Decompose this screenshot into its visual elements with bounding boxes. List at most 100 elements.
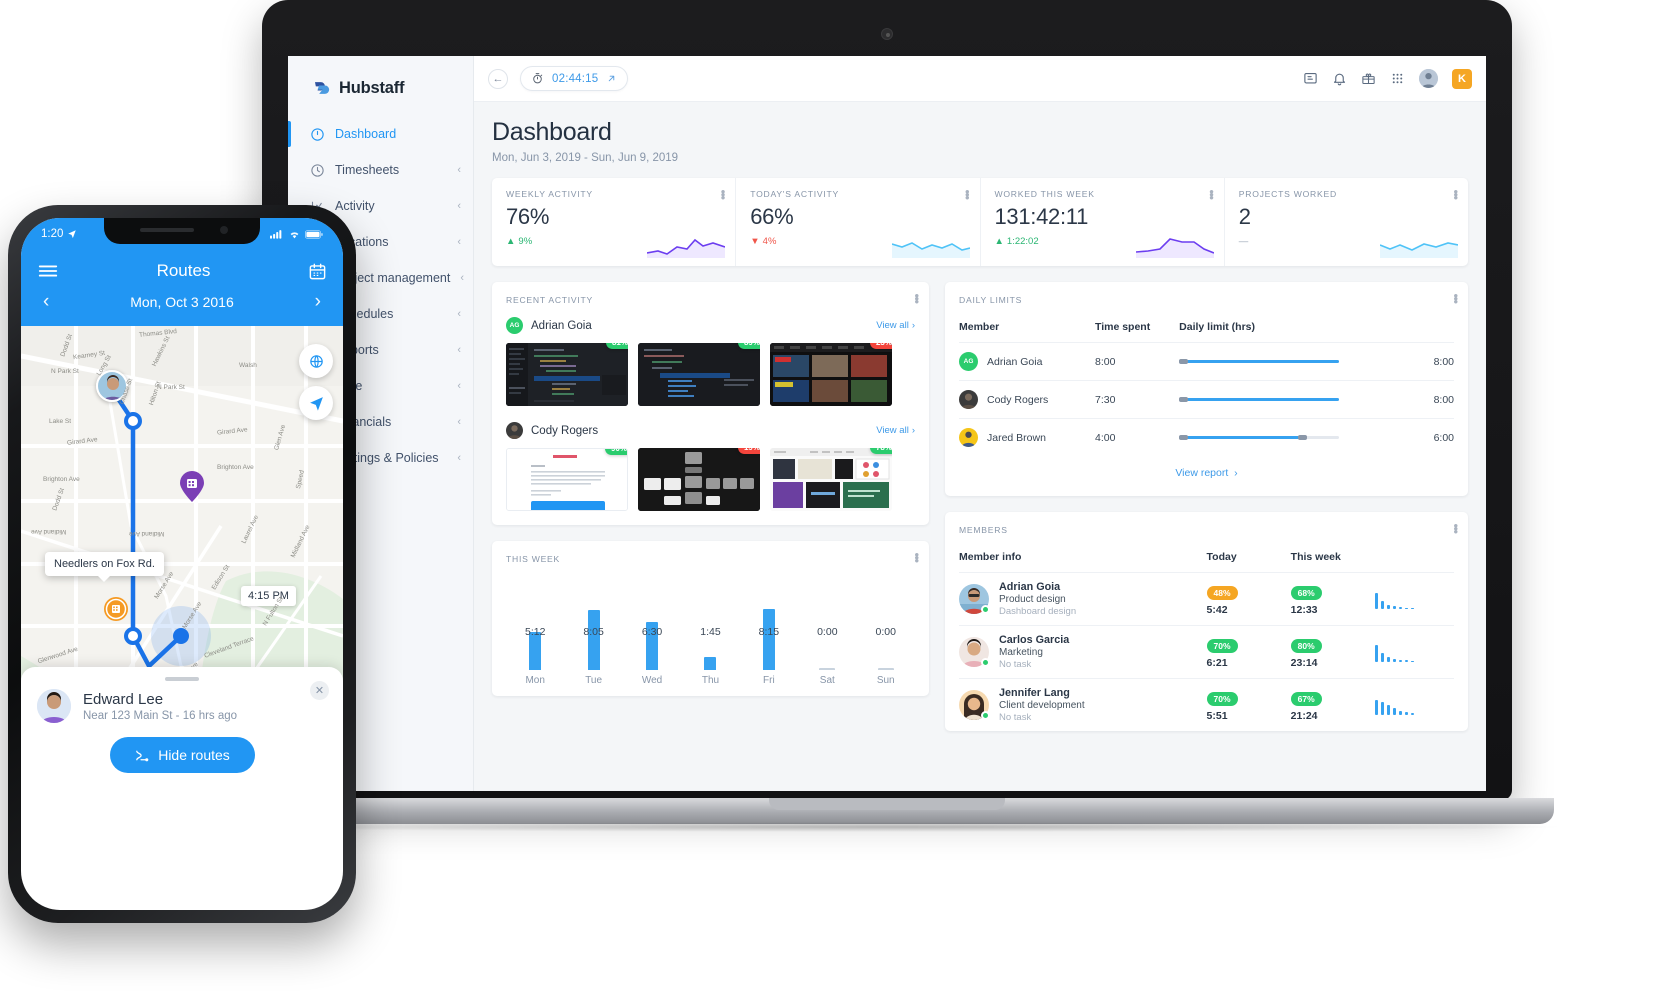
limit-value: 6:00 — [1422, 418, 1454, 456]
activity-badge: 89% — [737, 343, 760, 349]
phone-map[interactable]: Needlers on Fox Rd. 4:15 PM Thomas Blvd … — [21, 326, 343, 791]
apps-grid-icon[interactable] — [1390, 71, 1405, 86]
activity-screenshot[interactable]: 78% — [770, 448, 892, 511]
sheet-user: Edward Lee Near 123 Main St - 16 hrs ago — [37, 689, 327, 723]
globe-icon[interactable] — [299, 344, 333, 378]
sparkline-chart — [1380, 232, 1458, 258]
view-all-link[interactable]: View all › — [876, 320, 915, 331]
today-cell: 48% 5:42 — [1206, 572, 1291, 626]
view-all-link[interactable]: View all › — [876, 425, 915, 436]
kpi-projects-worked: PROJECTS WORKED 2 — • • • — [1225, 178, 1468, 266]
recent-activity-menu-button[interactable]: • • • — [914, 289, 919, 308]
members-menu-button[interactable]: • • • — [1453, 519, 1458, 538]
workspace-badge[interactable]: K — [1452, 68, 1472, 89]
kpi-weekly-activity: WEEKLY ACTIVITY 76% ▲ 9% • • • — [492, 178, 737, 266]
this-week-menu-button[interactable]: • • • — [914, 548, 919, 567]
sidebar-item-timesheets[interactable]: Timesheets ‹ — [288, 152, 473, 188]
online-status-dot — [981, 658, 990, 667]
chevron-right-icon: › — [911, 425, 915, 436]
triangle-up-icon: ▲ — [506, 236, 516, 247]
daily-limit-slider[interactable] — [1179, 431, 1340, 445]
activity-screenshot[interactable]: 90% — [506, 448, 628, 511]
inbox-icon[interactable] — [1303, 71, 1318, 86]
member-name: Adrian Goia — [999, 581, 1061, 593]
kpi-menu-button[interactable]: • • • — [1209, 185, 1214, 204]
triangle-up-icon: ▲ — [994, 236, 1004, 247]
today-time: 5:51 — [1206, 709, 1228, 722]
sheet-grabber[interactable] — [165, 677, 199, 681]
next-day-button[interactable]: › — [315, 291, 321, 313]
sidebar-item-dashboard[interactable]: Dashboard — [288, 116, 473, 152]
activity-person-header: Cody Rogers View all › — [506, 422, 915, 439]
screenshot-stage: Hubstaff Dashboard Timesheets ‹ Activity… — [0, 0, 1658, 996]
section-title: RECENT ACTIVITY — [506, 295, 594, 305]
activity-badge: 81% — [605, 343, 628, 349]
bar-category-label: Sun — [876, 675, 895, 686]
phone-navbar: Routes ‹ Mon, Oct 3 2016 › — [21, 250, 343, 326]
map-pin-purple[interactable] — [179, 471, 205, 503]
bell-icon[interactable] — [1332, 71, 1347, 86]
week-time: 23:14 — [1290, 656, 1318, 669]
member-cell: Jared Brown — [959, 418, 1095, 456]
activity-percent-badge: 68% — [1290, 585, 1322, 600]
phone-speaker — [140, 228, 194, 232]
daily-limit-slider[interactable] — [1179, 393, 1340, 407]
activity-screenshot[interactable]: 81% — [506, 343, 628, 406]
activity-screenshot[interactable]: 23% — [770, 343, 892, 406]
slider-handle-left[interactable] — [1179, 359, 1189, 364]
bar-value-label: 0:00 — [817, 626, 838, 638]
slider-fill — [1179, 360, 1340, 363]
calendar-icon[interactable] — [308, 262, 327, 281]
limit-slider-cell[interactable] — [1179, 418, 1423, 456]
chevron-left-icon: ‹ — [457, 308, 461, 320]
slider-handle-right[interactable] — [1297, 435, 1307, 440]
today-cell: 70% 6:21 — [1206, 625, 1291, 679]
kpi-label: WEEKLY ACTIVITY — [506, 189, 593, 199]
table-header-row: Member Time spent Daily limit (hrs) — [959, 315, 1454, 343]
column-header-time-spent: Time spent — [1094, 321, 1151, 333]
avatar — [959, 428, 978, 447]
brand[interactable]: Hubstaff — [288, 66, 473, 116]
chevron-left-icon: ‹ — [460, 272, 465, 284]
bar-value-label: 6:30 — [641, 626, 663, 638]
back-button[interactable]: ← — [488, 68, 508, 89]
hide-routes-button[interactable]: Hide routes — [109, 737, 255, 773]
kpi-menu-button[interactable]: • • • — [965, 185, 970, 204]
activity-badge: 90% — [604, 449, 627, 455]
bar-category-label: Wed — [641, 675, 663, 686]
kpi-menu-button[interactable]: • • • — [1453, 185, 1458, 204]
view-report-label: View report — [1175, 467, 1229, 479]
table-header-row: Member info Today This week — [959, 545, 1454, 573]
daily-limit-slider[interactable] — [1179, 355, 1340, 369]
activity-percent-badge: 67% — [1290, 691, 1322, 706]
daily-limits-menu-button[interactable]: • • • — [1453, 289, 1458, 308]
hamburger-icon[interactable] — [37, 260, 59, 282]
phone-notch — [104, 218, 260, 244]
week-time: 21:24 — [1290, 709, 1318, 722]
limit-slider-cell[interactable] — [1179, 380, 1423, 419]
view-report-link[interactable]: View report › — [959, 456, 1454, 488]
avatar[interactable] — [1419, 69, 1438, 88]
gift-icon[interactable] — [1361, 71, 1376, 86]
member-task: No task — [999, 712, 1032, 723]
table-row: Jennifer Lang Client development No task — [959, 678, 1454, 731]
prev-day-button[interactable]: ‹ — [43, 291, 49, 313]
slider-handle-left[interactable] — [1179, 397, 1189, 402]
close-icon[interactable]: ✕ — [310, 681, 329, 700]
bar-column: 6:30 Wed — [630, 586, 674, 686]
kpi-menu-button[interactable]: • • • — [721, 185, 726, 204]
member-info-cell: Adrian Goia Product design Dashboard des… — [959, 572, 1207, 626]
kpi-value: 76% — [506, 204, 550, 229]
slider-handle-left[interactable] — [1179, 435, 1189, 440]
timer-widget[interactable]: 02:44:15 — [520, 66, 629, 91]
arrow-up-right-icon[interactable] — [606, 73, 617, 84]
navigate-icon[interactable] — [299, 386, 333, 420]
activity-screenshot[interactable]: 19% — [638, 448, 760, 511]
member-sparkline — [1374, 590, 1454, 609]
phone-clock: 1:20 — [41, 228, 64, 240]
activity-screenshot[interactable]: 89% — [638, 343, 760, 406]
timer-value: 02:44:15 — [552, 72, 599, 85]
map-pin-orange[interactable] — [103, 596, 129, 628]
limit-slider-cell[interactable] — [1179, 342, 1423, 381]
time-spent-cell: 8:00 — [1094, 342, 1180, 381]
